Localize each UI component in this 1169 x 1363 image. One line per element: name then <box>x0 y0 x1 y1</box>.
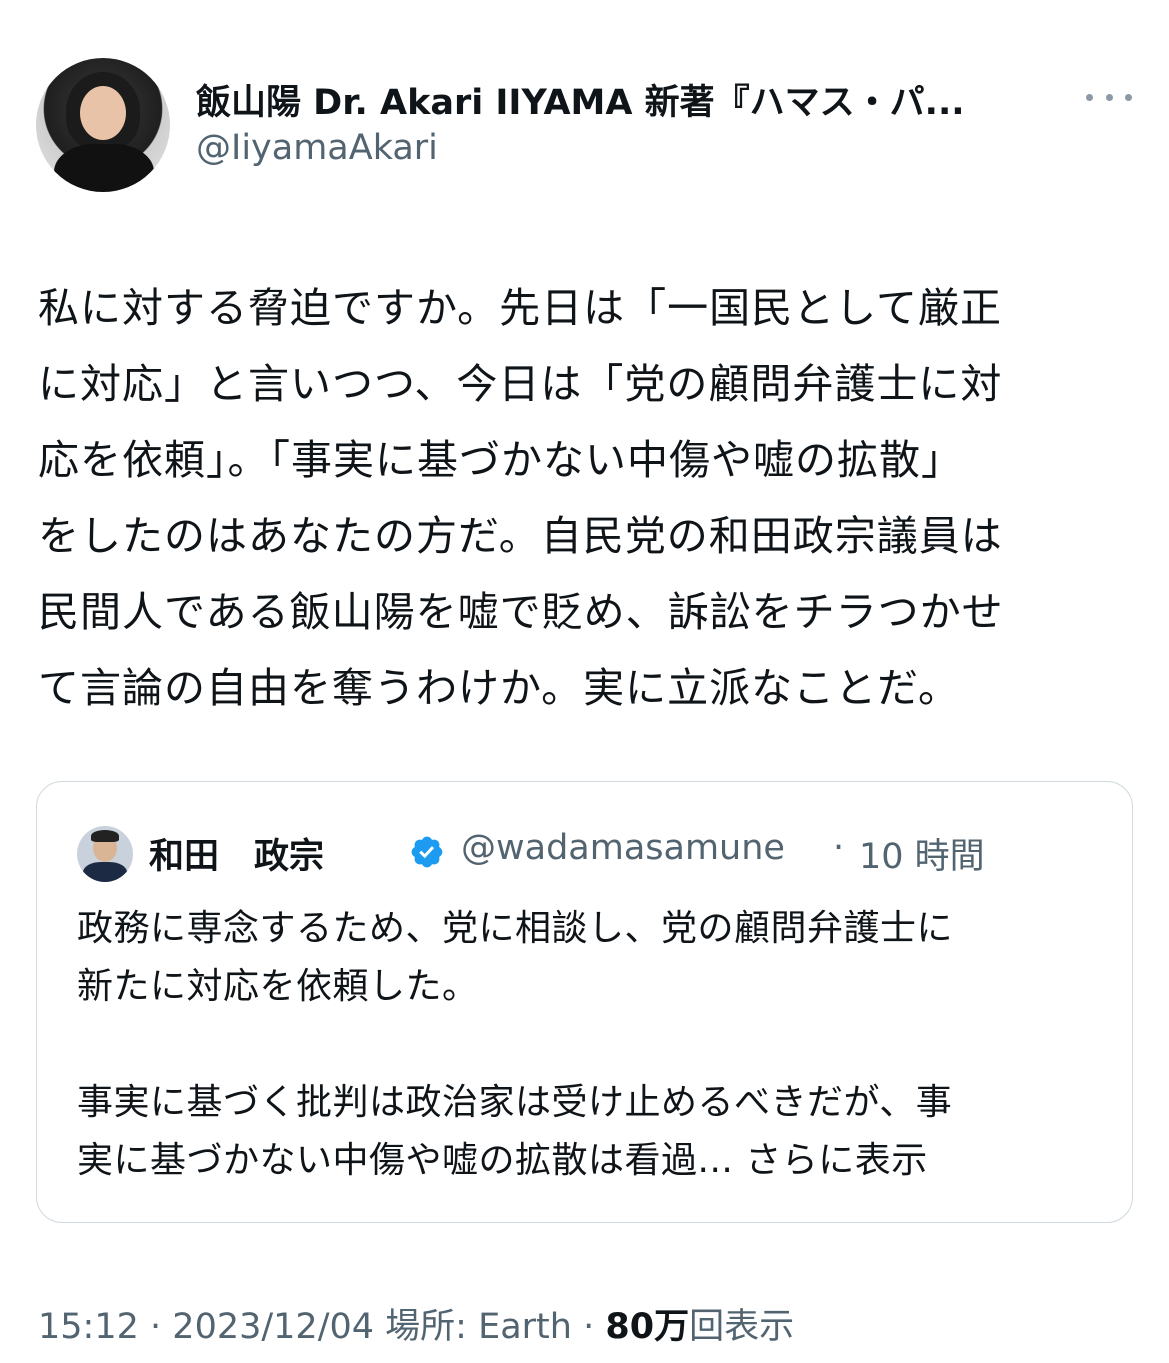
tweet-line: 民間人である飯山陽を嘘で貶め、訴訟をチラつかせ <box>38 588 1004 636</box>
avatar-suit <box>83 862 127 882</box>
avatar-body <box>54 144 154 192</box>
separator-dot: · <box>150 1307 162 1347</box>
verified-badge-icon <box>411 836 443 868</box>
author-display-name[interactable]: 飯山陽 Dr. Akari IIYAMA 新著『ハマス・パ... <box>196 74 1066 125</box>
tweet-time[interactable]: 15:12 <box>38 1307 139 1347</box>
quote-line: 政務に専念するため、党に相談し、党の顧問弁護士に <box>77 908 954 949</box>
tweet-date[interactable]: 2023/12/04 <box>172 1307 374 1347</box>
tweet-line: て言論の自由を奪うわけか。実に立派なことだ。 <box>38 664 960 712</box>
author-handle[interactable]: @IiyamaAkari <box>196 128 438 168</box>
views-label[interactable]: 回表示 <box>689 1307 794 1347</box>
tweet-line: 応を依頼」。「事実に基づかない中傷や嘘の拡散」 <box>38 436 963 484</box>
tweet-line: をしたのはあなたの方だ。自民党の和田政宗議員は <box>38 512 1003 560</box>
tweet-line: に対応」と言いつつ、今日は「党の顧問弁護士に対 <box>38 360 1003 408</box>
separator-dot: · <box>833 828 845 868</box>
separator-dot: · <box>583 1307 595 1347</box>
quoted-author-handle[interactable]: @wadamasamune <box>461 828 785 868</box>
views-count[interactable]: 80万 <box>605 1307 689 1347</box>
quote-line-text: 実に基づかない中傷や嘘の拡散は看過... <box>77 1140 734 1181</box>
tweet-detail: 飯山陽 Dr. Akari IIYAMA 新著『ハマス・パ... @Iiyama… <box>0 0 1169 1363</box>
author-avatar[interactable] <box>36 58 170 192</box>
quote-line-last: 実に基づかない中傷や嘘の拡散は看過... さらに表示 <box>77 1132 1107 1190</box>
quote-line: 新たに対応を依頼した。 <box>77 966 479 1007</box>
quoted-author-name[interactable]: 和田 政宗 <box>149 828 324 879</box>
more-options-icon[interactable] <box>1086 84 1132 110</box>
quoted-tweet-text: 政務に専念するため、党に相談し、党の顧問弁護士に 新たに対応を依頼した。 事実に… <box>77 900 1107 1190</box>
quote-line: 事実に基づく批判は政治家は受け止めるべきだが、事 <box>77 1082 953 1123</box>
tweet-line: 私に対する脅迫ですか。先日は「一国民として厳正 <box>38 284 1002 332</box>
quoted-tweet-time[interactable]: 10 時間 <box>859 828 985 879</box>
tweet-text: 私に対する脅迫ですか。先日は「一国民として厳正 に対応」と言いつつ、今日は「党の… <box>38 270 1138 726</box>
avatar-hair <box>91 830 119 842</box>
tweet-location: 場所: Earth <box>385 1307 572 1347</box>
show-more-link[interactable]: さらに表示 <box>745 1140 928 1181</box>
avatar-face <box>80 86 126 140</box>
quoted-tweet-card[interactable]: 和田 政宗 @wadamasamune · 10 時間 政務に専念するため、党に… <box>36 781 1133 1223</box>
tweet-meta: 15:12 · 2023/12/04 場所: Earth · 80万回表示 <box>38 1298 794 1349</box>
quoted-author-avatar[interactable] <box>77 826 133 882</box>
